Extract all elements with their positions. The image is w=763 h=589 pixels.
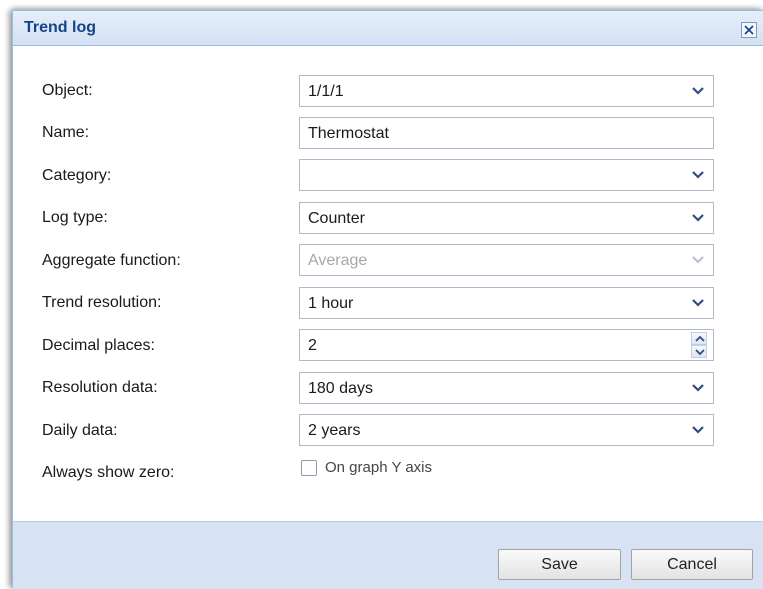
always-show-zero-checkbox[interactable] xyxy=(301,460,317,476)
trend-resolution-combobox[interactable]: 1 hour xyxy=(299,287,714,319)
save-button[interactable]: Save xyxy=(498,549,621,580)
decimal-places-spinner[interactable] xyxy=(683,330,713,360)
trend-resolution-dropdown-trigger[interactable] xyxy=(683,288,713,318)
object-dropdown-trigger[interactable] xyxy=(683,76,713,106)
trend-resolution-label: Trend resolution: xyxy=(42,294,162,311)
object-label: Object: xyxy=(42,82,93,99)
always-show-zero-label: Always show zero: xyxy=(42,464,175,481)
log-type-label: Log type: xyxy=(42,209,108,226)
log-type-value: Counter xyxy=(308,210,365,227)
chevron-up-icon xyxy=(695,336,705,342)
object-combobox[interactable]: 1/1/1 xyxy=(299,75,714,107)
log-type-combobox[interactable]: Counter xyxy=(299,202,714,234)
chevron-down-icon xyxy=(692,171,704,179)
close-icon xyxy=(744,25,754,35)
always-show-zero-checkbox-label[interactable]: On graph Y axis xyxy=(325,458,432,478)
category-label: Category: xyxy=(42,167,112,184)
category-dropdown-trigger[interactable] xyxy=(683,160,713,190)
close-button[interactable] xyxy=(741,22,757,38)
dialog-title: Trend log xyxy=(24,19,96,36)
daily-data-label: Daily data: xyxy=(42,422,118,439)
resolution-data-label: Resolution data: xyxy=(42,379,158,396)
trend-log-dialog: Trend log Object: 1/1/1 Name: Thermostat… xyxy=(12,10,763,589)
trend-resolution-value: 1 hour xyxy=(308,295,354,312)
chevron-down-icon xyxy=(692,87,704,95)
aggregate-function-dropdown-trigger xyxy=(683,245,713,275)
object-value: 1/1/1 xyxy=(308,83,344,100)
name-field[interactable]: Thermostat xyxy=(299,117,714,149)
spinner-down-button[interactable] xyxy=(691,345,707,358)
decimal-places-field[interactable]: 2 xyxy=(299,329,714,361)
spinner-up-button[interactable] xyxy=(691,332,707,345)
daily-data-value: 2 years xyxy=(308,422,361,439)
resolution-data-combobox[interactable]: 180 days xyxy=(299,372,714,404)
dialog-titlebar[interactable]: Trend log xyxy=(13,11,763,46)
decimal-places-label: Decimal places: xyxy=(42,337,155,354)
chevron-down-icon xyxy=(695,349,705,355)
decimal-places-value: 2 xyxy=(308,337,317,354)
dialog-footer: Save Cancel xyxy=(13,521,763,589)
name-label: Name: xyxy=(42,124,90,141)
resolution-data-value: 180 days xyxy=(308,380,373,397)
cancel-button[interactable]: Cancel xyxy=(631,549,753,580)
aggregate-function-value: Average xyxy=(308,252,368,269)
name-value: Thermostat xyxy=(308,125,389,142)
log-type-dropdown-trigger[interactable] xyxy=(683,203,713,233)
aggregate-function-combobox: Average xyxy=(299,244,714,276)
chevron-down-icon xyxy=(692,214,704,222)
daily-data-combobox[interactable]: 2 years xyxy=(299,414,714,446)
category-combobox[interactable] xyxy=(299,159,714,191)
aggregate-function-label: Aggregate function: xyxy=(42,252,181,269)
chevron-down-icon xyxy=(692,384,704,392)
chevron-down-icon xyxy=(692,299,704,307)
daily-data-dropdown-trigger[interactable] xyxy=(683,415,713,445)
resolution-data-dropdown-trigger[interactable] xyxy=(683,373,713,403)
chevron-down-icon xyxy=(692,256,704,264)
chevron-down-icon xyxy=(692,426,704,434)
